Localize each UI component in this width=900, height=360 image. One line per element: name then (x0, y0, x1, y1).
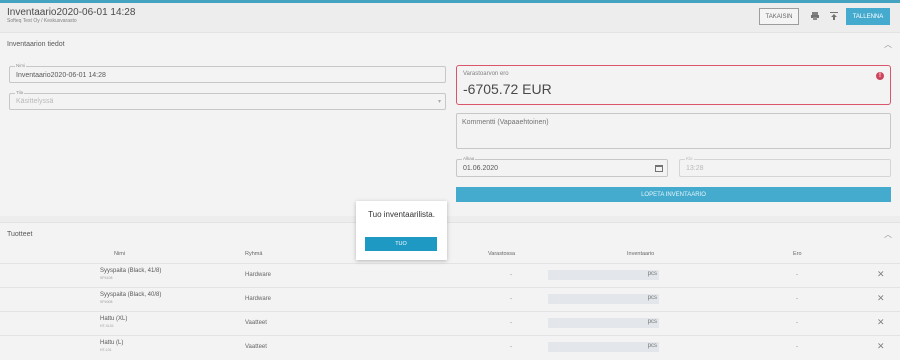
dialog-message: Tuo inventaarilista. (368, 210, 435, 219)
modal-overlay[interactable] (0, 0, 900, 360)
import-button[interactable]: TUO (365, 237, 437, 251)
import-dialog: Tuo inventaarilista. TUO (356, 201, 447, 260)
